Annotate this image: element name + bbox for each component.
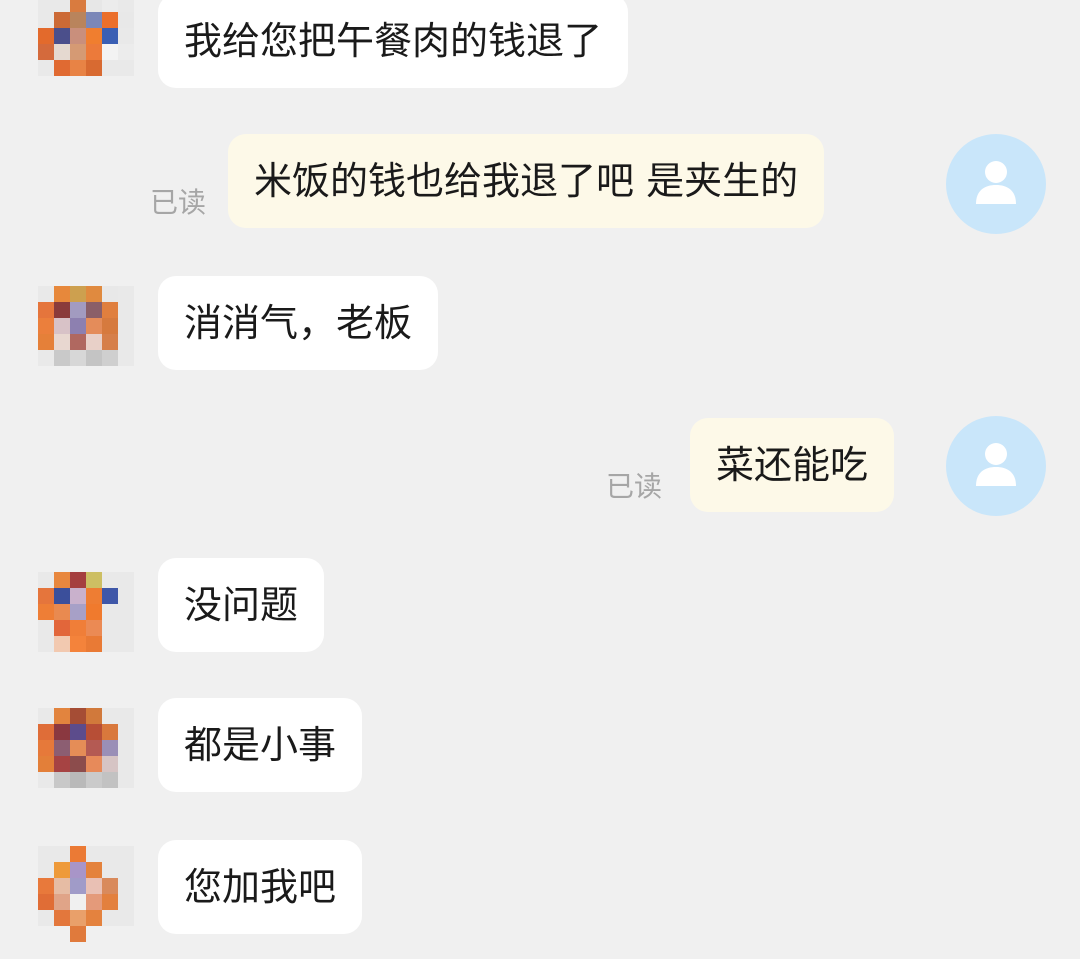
contact-avatar[interactable] xyxy=(38,572,134,668)
message-text: 米饭的钱也给我退了吧 是夹生的 xyxy=(254,159,799,203)
message-text: 都是小事 xyxy=(184,723,337,767)
message-text: 您加我吧 xyxy=(184,865,337,909)
message-text: 我给您把午餐肉的钱退了 xyxy=(184,19,603,63)
user-silhouette-icon xyxy=(976,443,1016,486)
contact-avatar[interactable] xyxy=(38,846,134,942)
message-text: 消消气，老板 xyxy=(184,301,413,345)
contact-avatar[interactable] xyxy=(38,286,134,382)
incoming-message-bubble[interactable]: 我给您把午餐肉的钱退了 xyxy=(158,0,629,88)
self-avatar[interactable] xyxy=(946,416,1046,516)
incoming-message-bubble[interactable]: 消消气，老板 xyxy=(158,276,439,370)
contact-avatar[interactable] xyxy=(38,708,134,804)
message-text: 菜还能吃 xyxy=(716,443,869,487)
outgoing-message-bubble[interactable]: 米饭的钱也给我退了吧 是夹生的 xyxy=(228,134,825,228)
read-status: 已读 xyxy=(606,470,663,503)
incoming-message-bubble[interactable]: 都是小事 xyxy=(158,698,363,792)
read-status: 已读 xyxy=(150,186,207,219)
incoming-message-bubble[interactable]: 您加我吧 xyxy=(158,840,363,934)
user-silhouette-icon xyxy=(976,161,1016,204)
outgoing-message-bubble[interactable]: 菜还能吃 xyxy=(690,418,895,512)
contact-avatar[interactable] xyxy=(38,0,134,92)
incoming-message-bubble[interactable]: 没问题 xyxy=(158,558,325,652)
self-avatar[interactable] xyxy=(946,134,1046,234)
message-text: 没问题 xyxy=(184,583,299,627)
